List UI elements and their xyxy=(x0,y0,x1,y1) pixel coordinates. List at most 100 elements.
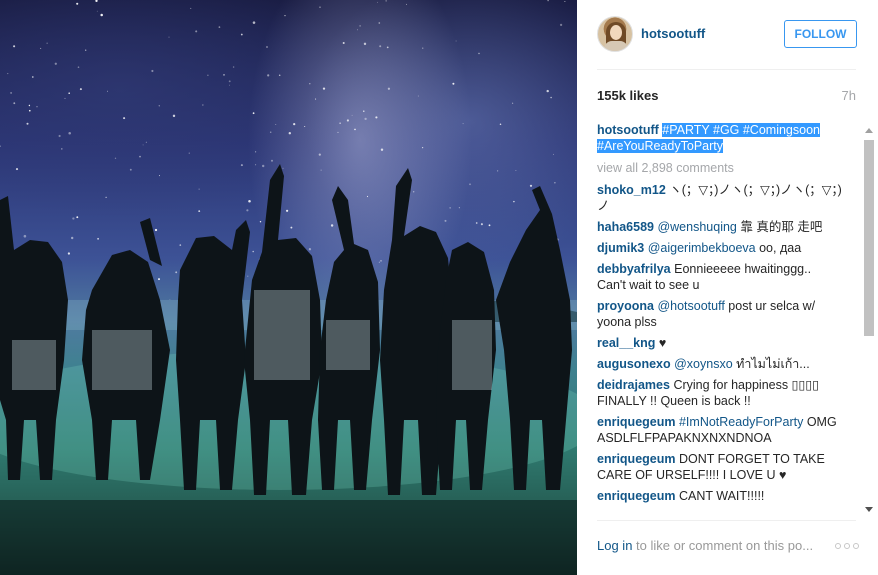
profile-avatar[interactable] xyxy=(597,16,633,52)
star xyxy=(319,6,321,8)
star xyxy=(278,74,281,76)
star xyxy=(363,42,367,46)
star xyxy=(304,125,306,128)
follow-button[interactable]: FOLLOW xyxy=(784,20,857,48)
comment-mention[interactable]: #ImNotReadyForParty xyxy=(679,415,803,429)
comment-text: ทำไมไม่เก้า... xyxy=(736,357,810,371)
star xyxy=(96,10,98,12)
more-options-icon[interactable] xyxy=(835,542,859,550)
star xyxy=(68,132,71,135)
star xyxy=(13,45,16,48)
comment-username[interactable]: enriquegeum xyxy=(597,452,676,466)
star xyxy=(554,182,556,184)
photo-scene xyxy=(0,0,577,575)
star xyxy=(496,170,499,172)
comments-list[interactable]: hotsootuff #PARTY #GG #Comingsoon #AreYo… xyxy=(597,122,843,514)
star xyxy=(0,145,1,148)
caption-username[interactable]: hotsootuff xyxy=(597,123,659,137)
comment-username[interactable]: enriquegeum xyxy=(597,415,676,429)
comment-username[interactable]: shoko_m12 xyxy=(597,183,666,197)
star xyxy=(252,250,255,253)
star xyxy=(417,95,419,97)
comments-scrollbar[interactable] xyxy=(862,126,876,514)
star xyxy=(207,74,209,76)
star xyxy=(366,195,369,198)
star xyxy=(95,0,98,3)
username-link[interactable]: hotsootuff xyxy=(641,26,705,41)
star xyxy=(499,123,502,126)
comment-item: deidrajames Crying for happiness ▯▯▯▯ FI… xyxy=(597,377,843,409)
comment-username[interactable]: djumik3 xyxy=(597,241,644,255)
star xyxy=(444,219,447,222)
star xyxy=(284,14,286,17)
star xyxy=(455,40,457,42)
star xyxy=(77,66,80,69)
star xyxy=(248,199,251,203)
star xyxy=(259,221,262,223)
comment-mention[interactable]: @aigerimbekboeva xyxy=(648,241,756,255)
star xyxy=(513,200,515,203)
star xyxy=(378,261,380,263)
star xyxy=(559,23,563,27)
star xyxy=(267,74,270,77)
star xyxy=(377,1,379,3)
star xyxy=(318,153,321,156)
post-viewer: hotsootuff FOLLOW 155k likes 7h hotsootu… xyxy=(0,0,878,575)
comment-username[interactable]: deidrajames xyxy=(597,378,670,392)
comment-username[interactable]: augusonexo xyxy=(597,357,671,371)
comment-text: 靠 真的耶 走吧 xyxy=(740,220,823,234)
star xyxy=(31,76,34,78)
star xyxy=(462,123,464,125)
star xyxy=(413,191,415,193)
star xyxy=(378,22,381,24)
comment-text: CANT WAIT!!!!! xyxy=(678,489,765,503)
comment-username[interactable]: real__kng xyxy=(597,336,655,350)
scrollbar-thumb[interactable] xyxy=(864,140,874,336)
login-link[interactable]: Log in xyxy=(597,538,632,553)
post-photo[interactable] xyxy=(0,0,577,575)
star xyxy=(198,188,200,190)
star xyxy=(529,184,533,187)
star xyxy=(198,210,201,213)
comment-username[interactable]: debbyafrilya xyxy=(597,262,671,276)
likes-count: 155k likes xyxy=(597,88,659,103)
star xyxy=(46,42,48,44)
comment-username[interactable]: proyoona xyxy=(597,299,654,313)
star xyxy=(337,131,339,133)
comment-item: debbyafrilya Eonnieeeee hwaitinggg.. Can… xyxy=(597,261,843,293)
star xyxy=(475,222,478,224)
footer-divider xyxy=(597,520,856,521)
star xyxy=(72,217,75,220)
star xyxy=(458,207,460,209)
star xyxy=(228,80,231,83)
star xyxy=(282,167,284,169)
comment-mention[interactable]: @hotsootuff xyxy=(657,299,724,313)
comment-mention[interactable]: @wenshuqing xyxy=(657,220,736,234)
star xyxy=(28,109,31,112)
star xyxy=(15,168,19,171)
star xyxy=(354,128,356,131)
star xyxy=(480,223,483,226)
comment-username[interactable]: enriquegeum xyxy=(597,489,676,503)
star xyxy=(386,46,389,49)
star xyxy=(387,87,391,90)
comment-item: augusonexo @xoynsxo ทำไมไม่เก้า... xyxy=(597,356,843,372)
comment-username[interactable]: haha6589 xyxy=(597,220,654,234)
scroll-up-arrow-icon[interactable] xyxy=(865,128,873,133)
star xyxy=(564,1,566,2)
star xyxy=(285,209,289,212)
star xyxy=(23,234,27,238)
star xyxy=(342,41,345,45)
star xyxy=(145,141,147,143)
star xyxy=(154,228,158,232)
star xyxy=(320,169,322,171)
comment-mention[interactable]: @xoynsxo xyxy=(674,357,733,371)
star xyxy=(246,209,249,212)
star xyxy=(553,153,555,155)
view-all-comments-link[interactable]: view all 2,898 comments xyxy=(597,160,843,176)
scroll-down-arrow-icon[interactable] xyxy=(865,507,873,512)
login-prompt-text: to like or comment on this po... xyxy=(636,538,814,553)
star xyxy=(64,97,66,99)
post-time[interactable]: 7h xyxy=(842,88,856,103)
star xyxy=(68,92,70,94)
